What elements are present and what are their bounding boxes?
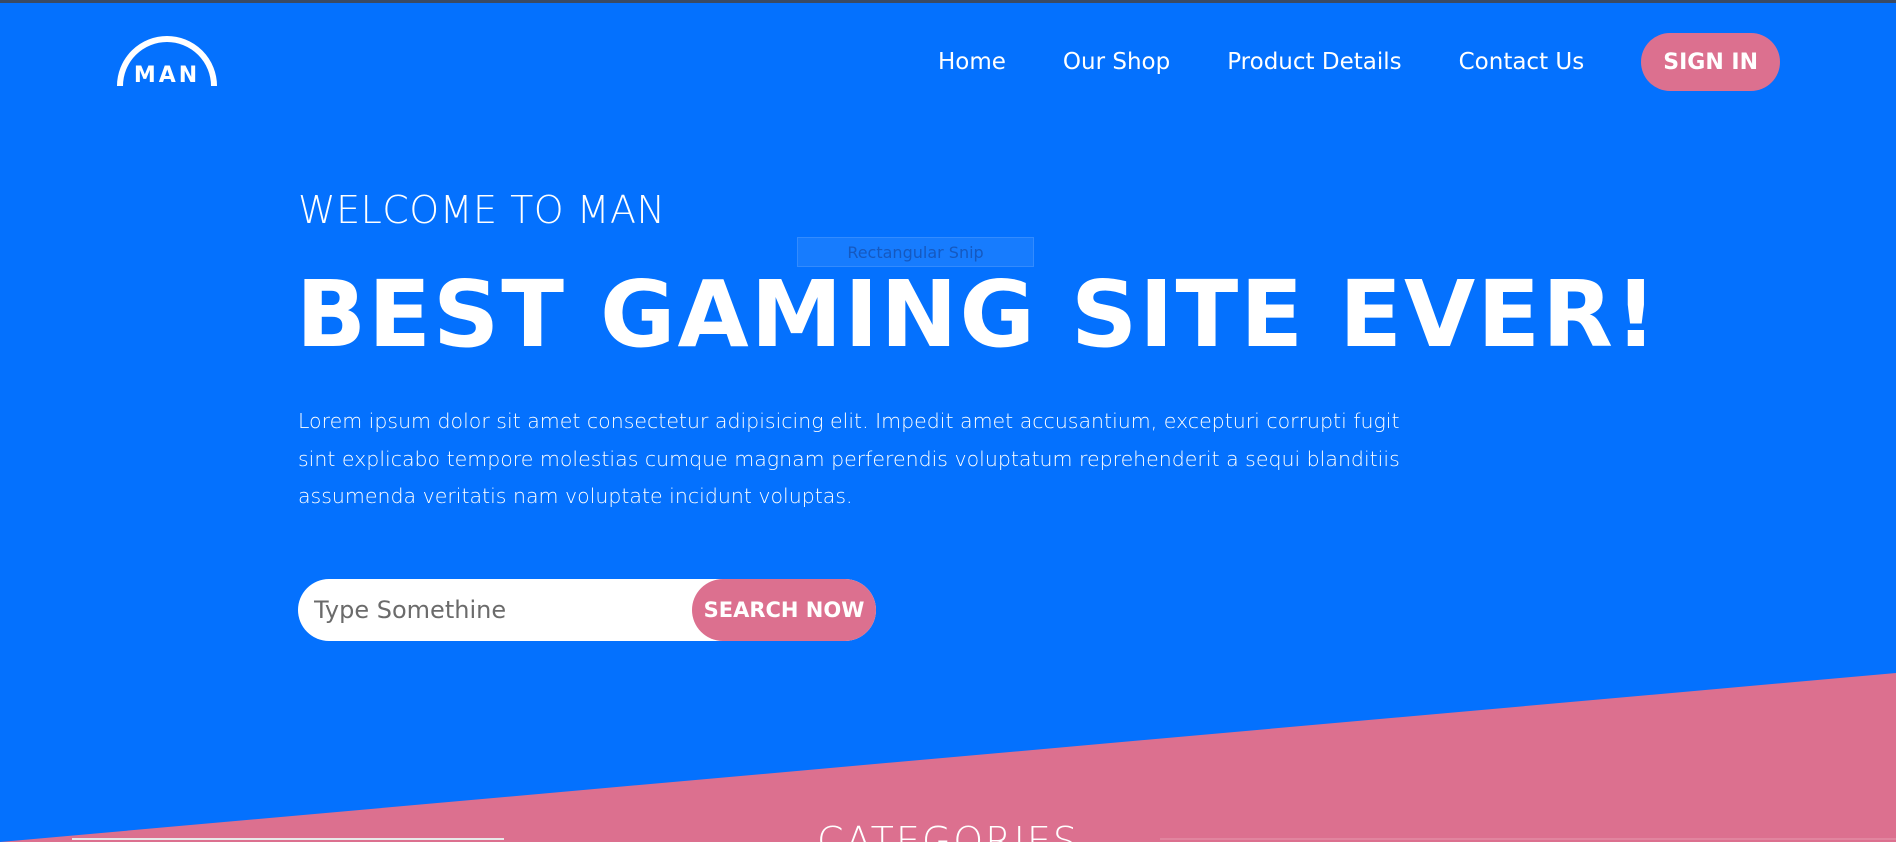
- sign-in-button[interactable]: SIGN IN: [1641, 33, 1780, 91]
- logo-text: MAN: [133, 63, 201, 88]
- nav-link-our-shop[interactable]: Our Shop: [1063, 49, 1170, 75]
- category-card-edge-right: [1160, 838, 1896, 840]
- welcome-heading: WELCOME TO MAN: [298, 188, 666, 232]
- hero-headline: BEST GAMING SITE EVER!: [296, 261, 1659, 368]
- category-card-edge-left: [72, 838, 504, 840]
- search-now-button[interactable]: SEARCH NOW: [692, 579, 876, 641]
- site-logo[interactable]: MAN: [114, 28, 220, 90]
- search-input[interactable]: [314, 579, 694, 641]
- main-nav: Home Our Shop Product Details Contact Us…: [938, 33, 1780, 91]
- nav-link-contact-us[interactable]: Contact Us: [1459, 49, 1585, 75]
- nav-link-product-details[interactable]: Product Details: [1227, 49, 1401, 75]
- search-form: SEARCH NOW: [298, 579, 876, 641]
- hero-intro-text: Lorem ipsum dolor sit amet consectetur a…: [298, 409, 1400, 508]
- nav-link-home[interactable]: Home: [938, 49, 1006, 75]
- window-top-border: [0, 0, 1896, 3]
